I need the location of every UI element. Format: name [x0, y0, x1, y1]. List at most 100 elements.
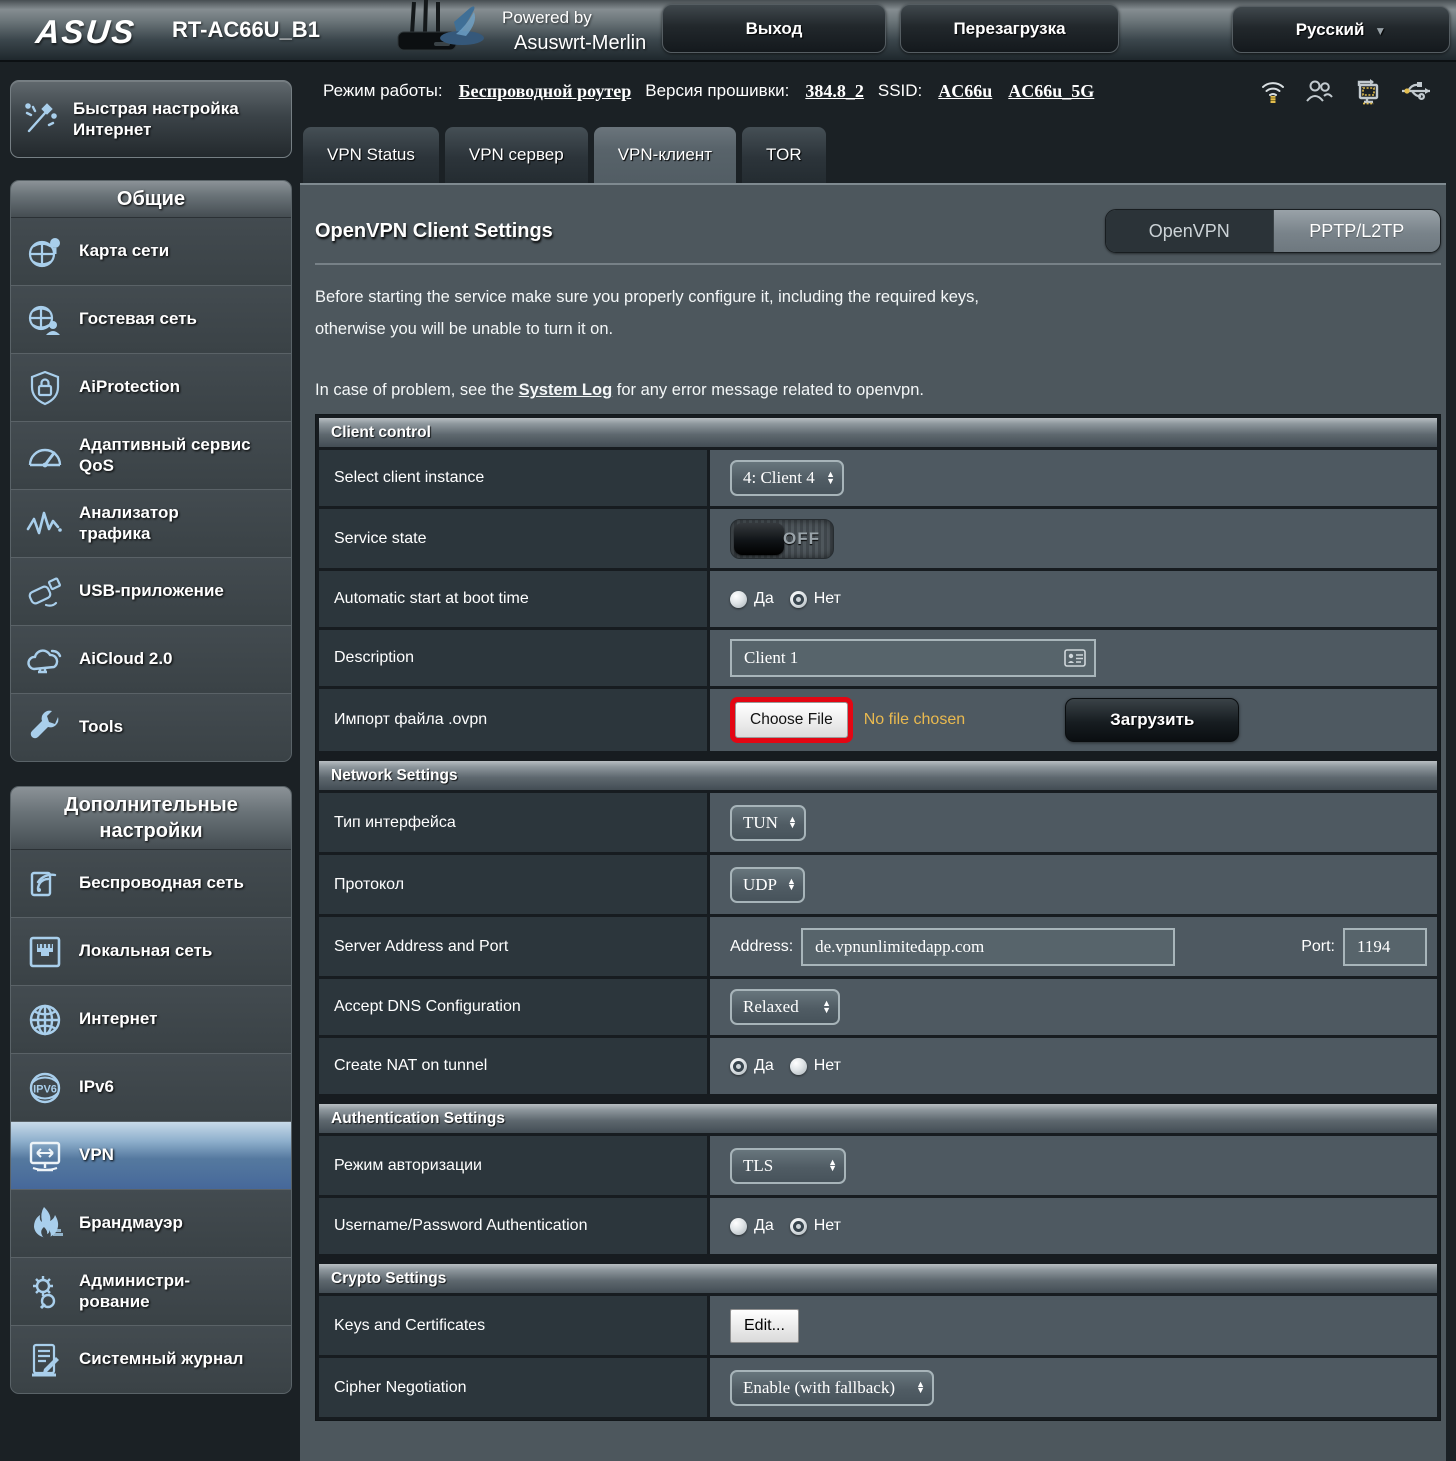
status-infobar: Режим работы: Беспроводной роутер Версия… [300, 62, 1446, 120]
sidebar-item-administration[interactable]: Администри- рование [11, 1258, 291, 1326]
section-network-settings: Network Settings [319, 761, 1437, 790]
row-auth-mode: Режим авторизации TLS ▲▼ [319, 1136, 1437, 1195]
logout-button[interactable]: Выход [662, 4, 886, 53]
reboot-button[interactable]: Перезагрузка [900, 4, 1119, 53]
tab-tor[interactable]: TOR [742, 127, 826, 183]
server-port-input[interactable] [1355, 936, 1417, 958]
row-service-state: Service state OFF [319, 509, 1437, 568]
content-panel: OpenVPN Client Settings OpenVPN PPTP/L2T… [300, 183, 1446, 1461]
router-wizard-graphic [396, 0, 496, 65]
section-crypto-settings: Crypto Settings [319, 1264, 1437, 1293]
edit-keys-button[interactable]: Edit... [730, 1309, 799, 1343]
section-client-control: Client control [319, 418, 1437, 447]
sidebar-item-vpn[interactable]: VPN [11, 1122, 291, 1190]
upload-button[interactable]: Загрузить [1065, 698, 1239, 742]
vpn-type-toggle: OpenVPN PPTP/L2TP [1105, 209, 1441, 253]
sidebar-item-network-map[interactable]: Карта сети [11, 218, 291, 286]
row-keys-certificates: Keys and Certificates Edit... [319, 1296, 1437, 1355]
chevron-down-icon: ▼ [1374, 24, 1386, 38]
sidebar-item-qos[interactable]: Адаптивный сервис QoS [11, 422, 291, 490]
clients-status-icon[interactable] [1304, 77, 1334, 105]
sidebar-item-ipv6[interactable]: IPV6 IPv6 [11, 1054, 291, 1122]
settings-table: Client control Select client instance 4:… [315, 414, 1441, 1421]
language-selector[interactable]: Русский ▼ [1232, 6, 1450, 53]
globe-icon [23, 999, 67, 1041]
select-arrows-icon: ▲▼ [826, 472, 835, 484]
wireless-icon [23, 863, 67, 905]
description-field-wrap [730, 639, 1096, 677]
log-document-icon [23, 1339, 67, 1381]
tab-vpn-client[interactable]: VPN-клиент [594, 127, 736, 183]
accept-dns-select[interactable]: Relaxed ▲▼ [730, 989, 840, 1025]
gauge-icon [23, 435, 67, 477]
ssid-label: SSID: [878, 81, 922, 101]
sidebar-item-lan[interactable]: Локальная сеть [11, 918, 291, 986]
tab-vpn-status[interactable]: VPN Status [303, 127, 439, 183]
auth-mode-select[interactable]: TLS ▲▼ [730, 1148, 846, 1184]
wifi-status-icon[interactable] [1259, 77, 1287, 105]
row-autostart: Automatic start at boot time Да Нет [319, 571, 1437, 627]
row-protocol: Протокол UDP ▲▼ [319, 855, 1437, 914]
select-arrows-icon: ▲▼ [916, 1382, 925, 1394]
network-devices-icon[interactable] [1351, 76, 1383, 106]
page-title: OpenVPN Client Settings [315, 220, 553, 243]
nat-yes-radio[interactable] [730, 1058, 747, 1075]
cloud-icon [23, 639, 67, 681]
sidebar-header-advanced: Дополнительные настройки [11, 787, 291, 850]
nat-no-radio[interactable] [790, 1058, 807, 1075]
sidebar-item-guest-network[interactable]: Гостевая сеть [11, 286, 291, 354]
description-input[interactable] [742, 647, 1064, 669]
choose-file-button[interactable]: Choose File [735, 702, 848, 738]
no-file-chosen-text: No file chosen [864, 711, 965, 729]
sidebar-item-tools[interactable]: Tools [11, 694, 291, 761]
ipv6-icon: IPV6 [23, 1067, 67, 1109]
header-banner: ASUS RT-AC66U_B1 Powered by Asuswrt-Merl… [0, 0, 1456, 62]
client-instance-select[interactable]: 4: Client 4 ▲▼ [730, 460, 844, 496]
interface-type-select[interactable]: TUN ▲▼ [730, 805, 806, 841]
pptp-l2tp-toggle-button[interactable]: PPTP/L2TP [1273, 210, 1441, 252]
address-field-wrap [801, 928, 1175, 966]
userpass-no-radio[interactable] [790, 1218, 807, 1235]
sidebar-item-usb-application[interactable]: USB-приложение [11, 558, 291, 626]
sidebar-item-system-log[interactable]: Системный журнал [11, 1326, 291, 1393]
sidebar-item-wan[interactable]: Интернет [11, 986, 291, 1054]
toggle-knob [734, 523, 784, 555]
client-list-icon[interactable] [1064, 649, 1086, 667]
autostart-yes-radio[interactable] [730, 591, 747, 608]
protocol-select[interactable]: UDP ▲▼ [730, 867, 805, 903]
system-log-link[interactable]: System Log [519, 381, 613, 399]
autostart-no-radio[interactable] [790, 591, 807, 608]
row-userpass-auth: Username/Password Authentication Да Нет [319, 1198, 1437, 1254]
sidebar-item-aicloud[interactable]: AiCloud 2.0 [11, 626, 291, 694]
intro-text: Before starting the service make sure yo… [315, 281, 1443, 345]
sidebar-item-traffic-analyzer[interactable]: Анализатор трафика [11, 490, 291, 558]
firmware-version-link[interactable]: 384.8_2 [805, 81, 864, 102]
operation-mode-link[interactable]: Беспроводной роутер [459, 81, 632, 102]
select-arrows-icon: ▲▼ [822, 1001, 831, 1013]
main-area: Режим работы: Беспроводной роутер Версия… [300, 62, 1456, 1461]
intro-syslog-text: In case of problem, see the System Log f… [315, 381, 1443, 400]
sidebar-item-firewall[interactable]: Брандмауэр [11, 1190, 291, 1258]
cipher-negotiation-select[interactable]: Enable (with fallback) ▲▼ [730, 1370, 934, 1406]
openvpn-toggle-button[interactable]: OpenVPN [1106, 210, 1273, 252]
asus-logo: ASUS [34, 13, 138, 51]
userpass-yes-radio[interactable] [730, 1218, 747, 1235]
ssid-2g-link[interactable]: AC66u [938, 81, 992, 102]
service-state-toggle[interactable]: OFF [730, 519, 834, 559]
sidebar-group-advanced: Дополнительные настройки Беспроводная се… [10, 786, 292, 1394]
quick-setup-button[interactable]: Быстрая настройка Интернет [10, 80, 292, 158]
sidebar: Быстрая настройка Интернет Общие Карта с… [0, 62, 300, 1461]
sidebar-item-wireless[interactable]: Беспроводная сеть [11, 850, 291, 918]
select-arrows-icon: ▲▼ [828, 1160, 837, 1172]
ssid-5g-link[interactable]: AC66u_5G [1008, 81, 1094, 102]
select-arrows-icon: ▲▼ [787, 879, 796, 891]
usb-status-icon[interactable] [1400, 78, 1434, 104]
tab-vpn-server[interactable]: VPN сервер [445, 127, 588, 183]
sidebar-item-aiprotection[interactable]: AiProtection [11, 354, 291, 422]
address-label: Address: [730, 938, 793, 956]
powered-by: Powered by Asuswrt-Merlin [502, 7, 646, 57]
section-authentication-settings: Authentication Settings [319, 1104, 1437, 1133]
server-address-input[interactable] [813, 936, 1165, 958]
router-model: RT-AC66U_B1 [172, 17, 320, 43]
waveform-icon [23, 503, 67, 545]
